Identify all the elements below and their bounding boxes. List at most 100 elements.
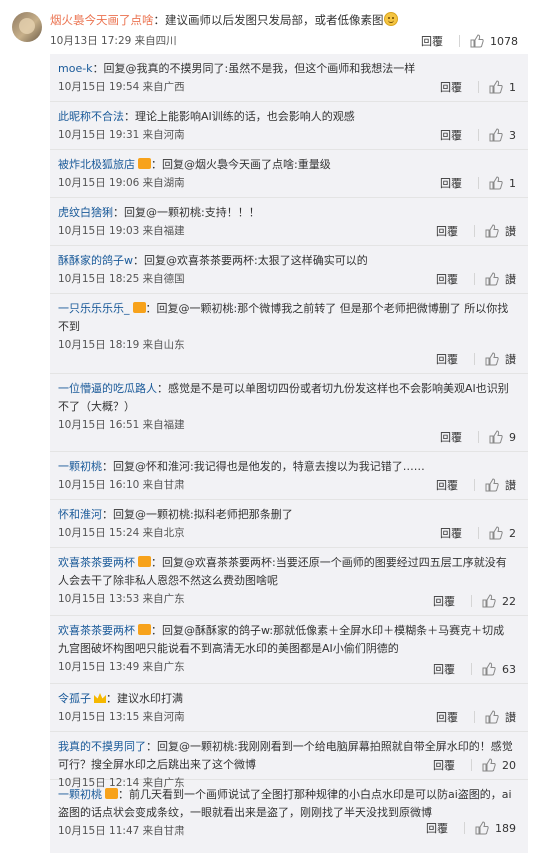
member-badge-icon — [138, 158, 151, 169]
reply-text: moe-k：回复@我真的不摸男同了:虽然不是我，但这个画师和我想法一样 — [50, 60, 528, 78]
reply-user[interactable]: 我真的不摸男同了 — [58, 740, 146, 753]
reply-user[interactable]: 欢喜茶茶要两杯 — [58, 624, 135, 637]
like-icon[interactable] — [489, 526, 503, 540]
reply-actions: 回覆 讃 — [436, 271, 516, 287]
location: 来自甘肃 — [142, 825, 185, 837]
reply-actions: 回覆 9 — [440, 429, 516, 445]
reply-text: 一颗初桃：回复@怀和淮河:我记得也是他发的，特意去搜以为我记错了…… — [50, 458, 528, 476]
reply-actions: 回覆 讃 — [436, 477, 516, 493]
like-icon[interactable] — [485, 710, 499, 724]
like-count: 1078 — [490, 34, 518, 48]
timestamp: 10月15日 16:51 — [58, 419, 140, 431]
like-count: 2 — [509, 526, 516, 540]
like-icon[interactable] — [485, 272, 499, 286]
sub-replies-panel: moe-k：回复@我真的不摸男同了:虽然不是我，但这个画师和我想法一样 10月15… — [50, 54, 528, 853]
reply-text: 虎纹白猞猁：回复@一颗初桃:支持！！！ — [50, 204, 528, 222]
reply-button[interactable]: 回覆 — [433, 757, 455, 773]
reply-user[interactable]: 被炸北极狐旅店 — [58, 158, 135, 171]
reply-user[interactable]: 欢喜茶茶要两杯 — [58, 556, 135, 569]
reply-text: 欢喜茶茶要两杯 ：回复@酥酥家的鸽子w:那就低像素＋全屏水印＋模糊条＋马赛克＋切成… — [50, 622, 528, 658]
reply-button[interactable]: 回覆 — [436, 271, 458, 287]
reply-user[interactable]: 怀和淮河 — [58, 508, 102, 521]
reply-button[interactable]: 回覆 — [436, 477, 458, 493]
like-icon[interactable] — [482, 594, 496, 608]
reply-actions: 回覆 189 — [426, 820, 516, 836]
reply-user[interactable]: 一颗初桃 — [58, 460, 102, 473]
member-badge-icon — [132, 302, 146, 313]
like-count: 63 — [502, 662, 516, 676]
reply-button[interactable]: 回覆 — [426, 820, 448, 836]
divider — [471, 663, 472, 675]
location: 来自福建 — [142, 419, 185, 431]
reply-button[interactable]: 回覆 — [433, 661, 455, 677]
like-icon[interactable] — [489, 176, 503, 190]
reply-body: ：前几天看到一个画师说试了全图打那种规律的小白点水印是可以防ai盗图的，ai盗图… — [58, 788, 512, 819]
timestamp: 10月15日 15:24 — [58, 527, 140, 539]
reply-body: ：理论上能影响AI训练的话，也会影响人的观感 — [124, 110, 355, 123]
reply-user[interactable]: 酥酥家的鸽子w — [58, 254, 133, 267]
reply-user[interactable]: 虎纹白猞猁 — [58, 206, 113, 219]
like-icon[interactable] — [489, 80, 503, 94]
reply-button[interactable]: 回覆 — [440, 79, 462, 95]
reply-item: 酥酥家的鸽子w：回复@欢喜茶茶要两杯:太狠了这样确实可以的 10月15日 18:2… — [50, 246, 528, 294]
like-count: 1 — [509, 176, 516, 190]
like-icon[interactable] — [482, 758, 496, 772]
timestamp: 10月15日 19:31 — [58, 129, 140, 141]
location: 来自河南 — [142, 711, 185, 723]
divider — [478, 431, 479, 443]
like-count: 讃 — [505, 225, 516, 238]
like-icon[interactable] — [489, 128, 503, 142]
like-icon[interactable] — [485, 224, 499, 238]
reply-item: 被炸北极狐旅店 ：回复@烟火裊今天画了点啥:重量级 10月15日 19:06 来自湖… — [50, 150, 528, 198]
reply-user[interactable]: 一颗初桃 — [58, 788, 102, 801]
location: 来自四川 — [134, 35, 177, 47]
reply-text: 一位懵逼的吃瓜路人：感觉是不是可以单图切四份或者切九份发这样也不会影响美观AI也… — [50, 380, 528, 416]
like-icon[interactable] — [485, 352, 499, 366]
reply-button[interactable]: 回覆 — [440, 525, 462, 541]
member-badge-icon — [105, 788, 118, 799]
reply-actions: 回覆 63 — [433, 661, 516, 677]
like-icon[interactable] — [485, 478, 499, 492]
like-count: 22 — [502, 594, 516, 608]
reply-actions: 回覆 讃 — [436, 709, 516, 725]
like-icon[interactable] — [470, 34, 484, 48]
reply-button[interactable]: 回覆 — [440, 429, 462, 445]
timestamp: 10月13日 17:29 — [50, 35, 132, 47]
reply-button[interactable]: 回覆 — [436, 709, 458, 725]
reply-button[interactable]: 回覆 — [436, 223, 458, 239]
location: 来自甘肃 — [142, 479, 185, 491]
divider — [464, 822, 465, 834]
like-icon[interactable] — [482, 662, 496, 676]
reply-item: 我真的不摸男同了：回复@一颗初桃:我刚刚看到一个给电脑屏幕拍照就自带全屏水印的！… — [50, 732, 528, 789]
reply-body: ：回复@烟火裊今天画了点啥:重量级 — [151, 158, 331, 171]
timestamp: 10月15日 19:03 — [58, 225, 140, 237]
reply-button[interactable]: 回覆 — [436, 351, 458, 367]
timestamp: 10月15日 13:15 — [58, 711, 140, 723]
location: 来自河南 — [142, 129, 185, 141]
reply-actions: 回覆 1 — [440, 175, 516, 191]
reply-button[interactable]: 回覆 — [421, 33, 443, 49]
reply-button[interactable]: 回覆 — [440, 175, 462, 191]
crown-badge-icon — [94, 693, 106, 703]
reply-item: 令孤子 ：建议水印打满 10月15日 13:15 来自河南 回覆 讃 — [50, 684, 528, 732]
reply-user[interactable]: 令孤子 — [58, 692, 91, 705]
like-icon[interactable] — [489, 430, 503, 444]
divider — [474, 273, 475, 285]
reply-user[interactable]: moe-k — [58, 62, 93, 75]
like-count: 3 — [509, 128, 516, 142]
location: 来自山东 — [142, 339, 185, 351]
like-count: 讃 — [505, 711, 516, 724]
reply-body: ：回复@怀和淮河:我记得也是他发的，特意去搜以为我记错了…… — [102, 460, 425, 473]
reply-user[interactable]: 一位懵逼的吃瓜路人 — [58, 382, 157, 395]
avatar[interactable] — [12, 12, 42, 42]
reply-text: 怀和淮河：回复@一颗初桃:拟科老师把那条删了 — [50, 506, 528, 524]
reply-body: ：回复@我真的不摸男同了:虽然不是我，但这个画师和我想法一样 — [92, 62, 416, 75]
reply-actions: 回覆 讃 — [436, 223, 516, 239]
main-comment-user[interactable]: 烟火裊今天画了点啥 — [50, 13, 154, 27]
reply-user[interactable]: 一只乐乐乐乐_ — [58, 302, 130, 315]
reply-button[interactable]: 回覆 — [433, 593, 455, 609]
like-count: 9 — [509, 430, 516, 444]
reply-button[interactable]: 回覆 — [440, 127, 462, 143]
like-icon[interactable] — [475, 821, 489, 835]
reply-user[interactable]: 此昵称不合法 — [58, 110, 124, 123]
